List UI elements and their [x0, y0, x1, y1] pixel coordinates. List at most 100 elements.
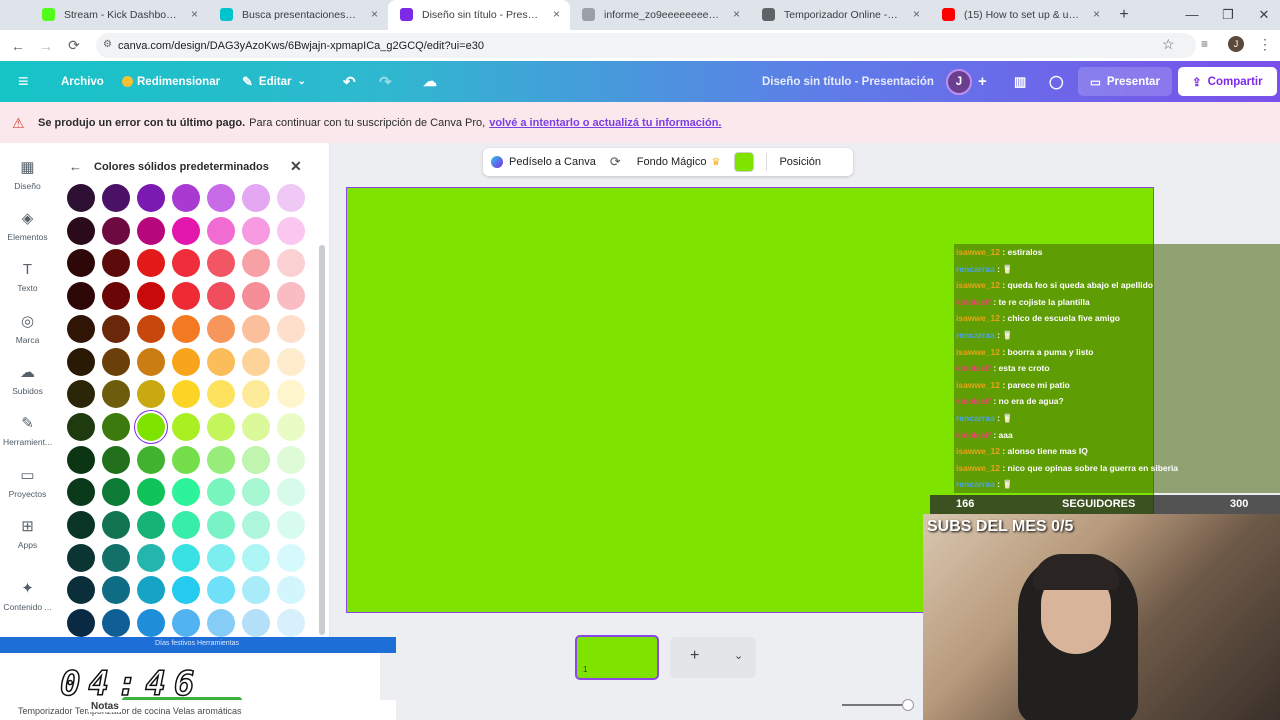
- close-tab-icon[interactable]: ×: [913, 8, 920, 21]
- color-swatch[interactable]: [102, 543, 130, 572]
- color-swatch[interactable]: [277, 412, 305, 441]
- color-swatch[interactable]: [172, 543, 200, 572]
- maximize-icon[interactable]: ❐: [1210, 0, 1246, 30]
- back-arrow-icon[interactable]: ←: [69, 159, 82, 174]
- color-swatch[interactable]: [207, 511, 235, 539]
- add-collaborator-icon[interactable]: +: [978, 61, 987, 102]
- color-swatch[interactable]: [277, 282, 305, 311]
- close-window-icon[interactable]: ✕: [1246, 0, 1280, 30]
- sidebar-item-5[interactable]: ✎ Herramient...: [0, 415, 55, 447]
- color-swatch[interactable]: [242, 412, 270, 441]
- ask-canva-button[interactable]: Pedíselo a Canva: [509, 156, 596, 168]
- color-swatch[interactable]: [67, 347, 95, 376]
- color-swatch[interactable]: [242, 184, 270, 212]
- new-tab-button[interactable]: +: [1110, 0, 1138, 30]
- close-tab-icon[interactable]: ×: [191, 8, 198, 21]
- color-swatch[interactable]: [102, 314, 130, 343]
- color-swatch[interactable]: [277, 445, 305, 474]
- color-swatch[interactable]: [137, 314, 165, 343]
- sidebar-item-7[interactable]: ⊞ Apps: [0, 518, 55, 550]
- color-swatch[interactable]: [172, 282, 200, 311]
- color-swatch[interactable]: [207, 347, 235, 376]
- color-swatch[interactable]: [242, 216, 270, 245]
- color-swatch[interactable]: [207, 609, 235, 638]
- sidebar-item-4[interactable]: ☁ Subidos: [0, 364, 55, 396]
- color-swatch[interactable]: [67, 609, 95, 638]
- sidebar-item-8[interactable]: ✦ Contenido ...: [0, 580, 55, 612]
- color-swatch[interactable]: [67, 282, 95, 311]
- color-swatch[interactable]: [207, 184, 235, 212]
- add-page-icon[interactable]: +: [690, 647, 699, 665]
- close-panel-icon[interactable]: ✕: [290, 158, 302, 175]
- refresh-icon[interactable]: ⟳: [610, 154, 621, 170]
- color-swatch[interactable]: [137, 445, 165, 474]
- color-swatch[interactable]: [172, 412, 200, 441]
- browser-tab[interactable]: informe_zo9eeeeeeeeeeeeee[1] ×: [570, 0, 750, 30]
- media-icon[interactable]: ≡: [1201, 37, 1208, 51]
- browser-tab[interactable]: (15) How to set up & use a De ×: [930, 0, 1110, 30]
- color-swatch[interactable]: [102, 184, 130, 212]
- color-swatch[interactable]: [207, 314, 235, 343]
- color-swatch[interactable]: [67, 314, 95, 343]
- close-tab-icon[interactable]: ×: [733, 8, 740, 21]
- color-swatch[interactable]: [137, 380, 165, 409]
- color-swatch[interactable]: [172, 184, 200, 212]
- redo-icon[interactable]: ↷: [379, 61, 392, 102]
- document-title[interactable]: Diseño sin título - Presentación: [762, 61, 934, 102]
- url-field[interactable]: ⚙ canva.com/design/DAG3yAzoKws/6Bwjajn-x…: [96, 33, 1196, 58]
- bookmark-star-icon[interactable]: ☆: [1162, 36, 1175, 53]
- sidebar-item-2[interactable]: T Texto: [0, 261, 55, 293]
- color-swatch[interactable]: [172, 445, 200, 474]
- color-swatch[interactable]: [102, 347, 130, 376]
- sidebar-item-1[interactable]: ◈ Elementos: [0, 210, 55, 242]
- site-info-icon[interactable]: ⚙: [103, 39, 112, 50]
- color-swatch[interactable]: [207, 282, 235, 311]
- insights-chart-icon[interactable]: ▥: [1014, 61, 1026, 102]
- browser-menu-icon[interactable]: ⋮: [1258, 36, 1272, 53]
- editar-button[interactable]: ✎ Editar ⌄: [242, 61, 306, 102]
- color-swatch[interactable]: [172, 347, 200, 376]
- color-swatch[interactable]: [277, 511, 305, 539]
- error-retry-link[interactable]: volvé a intentarlo o actualizá tu inform…: [489, 117, 721, 129]
- hamburger-menu-icon[interactable]: ≡: [18, 61, 29, 102]
- presentar-button[interactable]: ▭ Presentar: [1078, 67, 1172, 96]
- color-swatch[interactable]: [242, 282, 270, 311]
- color-swatch[interactable]: [137, 511, 165, 539]
- color-swatch[interactable]: [242, 380, 270, 409]
- color-swatch[interactable]: [277, 314, 305, 343]
- back-icon[interactable]: ←: [4, 38, 32, 54]
- compartir-button[interactable]: ⇪ Compartir: [1178, 67, 1277, 96]
- forward-icon[interactable]: →: [32, 38, 60, 54]
- color-swatch[interactable]: [102, 282, 130, 311]
- color-swatch[interactable]: [242, 347, 270, 376]
- color-swatch[interactable]: [102, 445, 130, 474]
- profile-avatar[interactable]: J: [1228, 36, 1244, 52]
- close-tab-icon[interactable]: ×: [553, 8, 560, 21]
- color-swatch[interactable]: [277, 347, 305, 376]
- user-avatar[interactable]: J: [946, 61, 972, 102]
- color-swatch[interactable]: [172, 314, 200, 343]
- color-swatch[interactable]: [102, 511, 130, 539]
- color-swatch[interactable]: [67, 445, 95, 474]
- color-swatch[interactable]: [67, 412, 95, 441]
- comment-icon[interactable]: ◯: [1049, 61, 1064, 102]
- color-swatch[interactable]: [67, 184, 95, 212]
- color-swatch[interactable]: [137, 543, 165, 572]
- sidebar-item-0[interactable]: ▦ Diseño: [0, 159, 55, 191]
- color-swatch[interactable]: [207, 445, 235, 474]
- close-tab-icon[interactable]: ×: [371, 8, 378, 21]
- color-swatch[interactable]: [172, 511, 200, 539]
- undo-icon[interactable]: ↶: [343, 61, 356, 102]
- panel-scrollbar[interactable]: [319, 245, 325, 635]
- color-swatch[interactable]: [207, 543, 235, 572]
- cloud-saved-icon[interactable]: ☁: [423, 61, 437, 102]
- color-swatch[interactable]: [172, 609, 200, 638]
- close-tab-icon[interactable]: ×: [1093, 8, 1100, 21]
- browser-tab[interactable]: Temporizador Online - Reloj-Al ×: [750, 0, 930, 30]
- color-swatch[interactable]: [277, 543, 305, 572]
- position-button[interactable]: Posición: [779, 156, 821, 168]
- color-swatch[interactable]: [207, 216, 235, 245]
- color-swatch-button[interactable]: [734, 152, 755, 172]
- color-swatch[interactable]: [207, 380, 235, 409]
- archivo-menu[interactable]: Archivo: [61, 61, 104, 102]
